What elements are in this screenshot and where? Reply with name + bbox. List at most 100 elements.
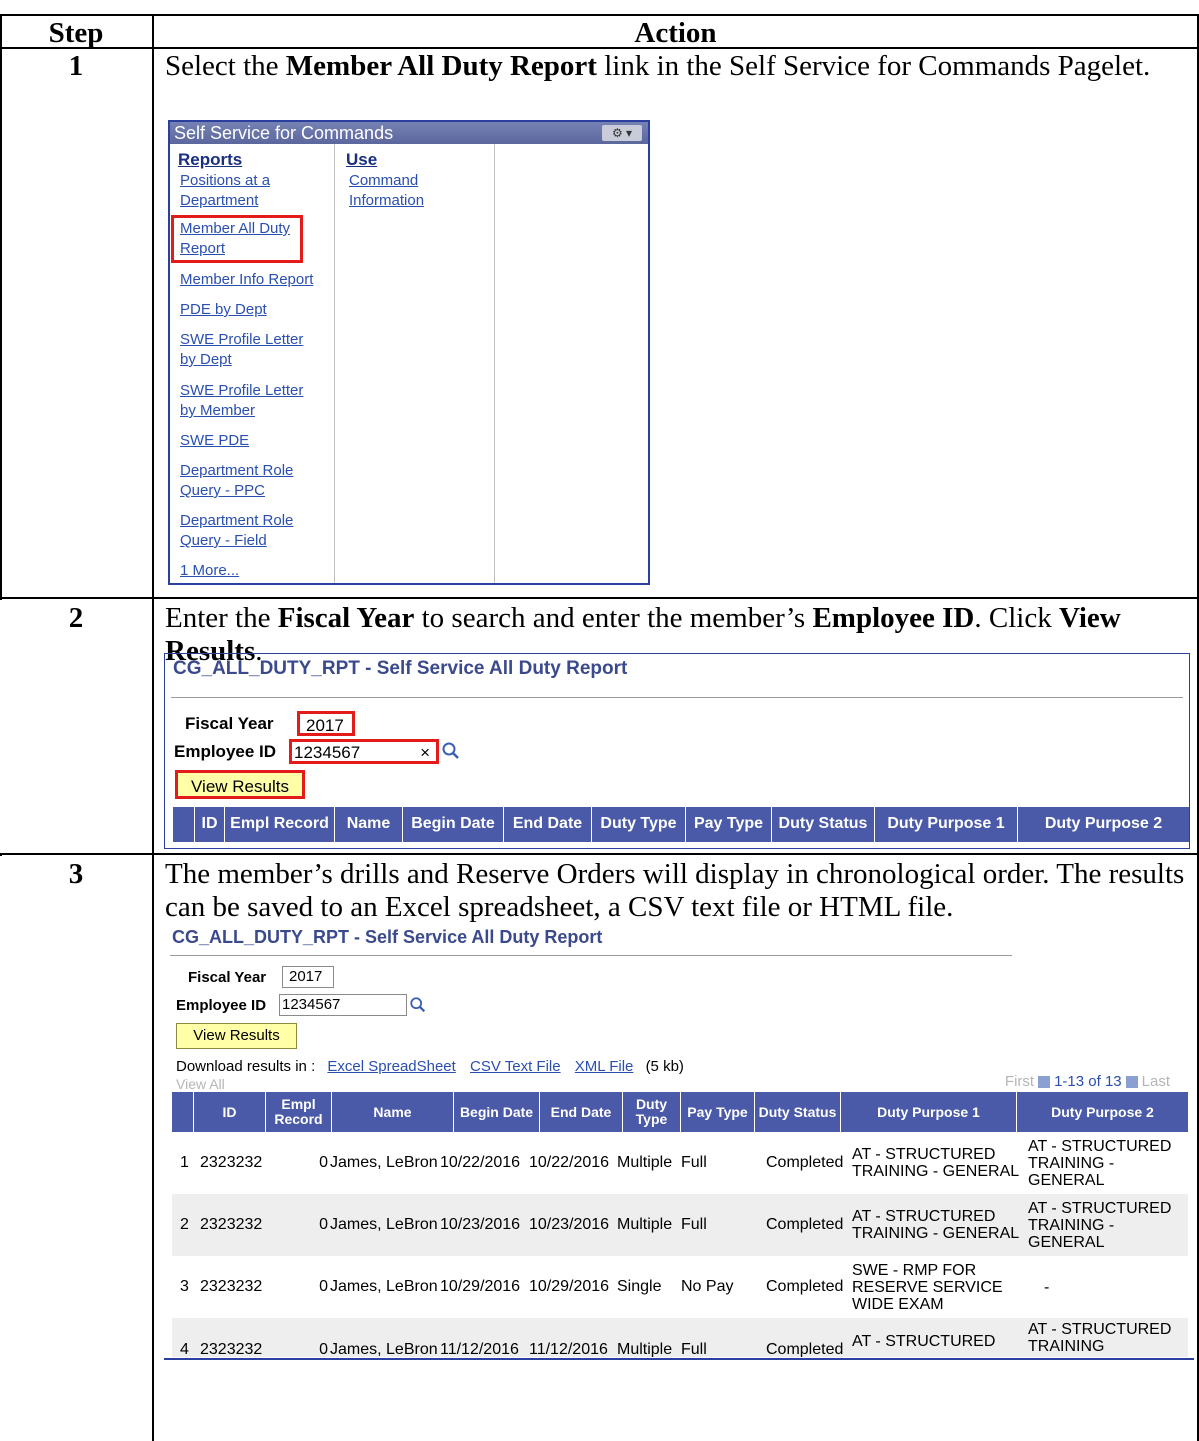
row-duty-purpose-1: AT - STRUCTURED TRAINING - GENERAL bbox=[852, 1208, 1020, 1242]
download-size: (5 kb) bbox=[645, 1058, 684, 1075]
row-duty-purpose-1: AT - STRUCTURED bbox=[852, 1333, 996, 1350]
download-label: Download results in : bbox=[176, 1058, 316, 1075]
row-duty-status: Completed bbox=[766, 1341, 844, 1358]
table-col-empl-record[interactable]: Empl Record bbox=[266, 1092, 332, 1132]
grid-col-blank bbox=[173, 807, 195, 842]
grid-col-duty-purpose-2[interactable]: Duty Purpose 2 bbox=[1018, 807, 1189, 842]
results-panel-bottom-border bbox=[164, 1358, 1194, 1360]
grid-col-name[interactable]: Name bbox=[335, 807, 403, 842]
reports-heading[interactable]: Reports bbox=[178, 150, 242, 170]
table-row[interactable]: 3 2323232 0 James, LeBron 10/29/2016 10/… bbox=[172, 1256, 1188, 1318]
row-begin-date: 11/12/2016 bbox=[440, 1341, 519, 1358]
table-border-left-upper bbox=[0, 14, 2, 600]
link-swe-profile-letter-dept[interactable]: SWE Profile Letter by Dept bbox=[180, 330, 303, 370]
step-1-text: Select the Member All Duty Report link i… bbox=[165, 50, 1151, 82]
row-id: 2323232 bbox=[200, 1278, 263, 1295]
employee-id-value: 1234567 bbox=[294, 743, 361, 762]
grid-col-duty-type[interactable]: Duty Type bbox=[592, 807, 686, 842]
download-csv-link[interactable]: CSV Text File bbox=[470, 1058, 561, 1075]
link-command-information[interactable]: Command Information bbox=[349, 171, 424, 211]
instruction-table: Step Action 1 Select the Member All Duty… bbox=[0, 0, 1199, 1441]
table-col-begin-date[interactable]: Begin Date bbox=[454, 1092, 540, 1132]
link-department-role-field[interactable]: Department Role Query - Field bbox=[180, 511, 293, 551]
grid-col-empl-record[interactable]: Empl Record bbox=[225, 807, 335, 842]
step-number-3: 3 bbox=[68, 858, 84, 890]
clear-icon[interactable]: × bbox=[420, 742, 430, 763]
next-icon[interactable] bbox=[1125, 1075, 1138, 1088]
download-excel-link[interactable]: Excel SpreadSheet bbox=[327, 1058, 455, 1075]
row-pay-type: Full bbox=[681, 1216, 707, 1233]
use-heading[interactable]: Use bbox=[346, 150, 377, 170]
title-divider bbox=[171, 697, 1183, 698]
link-department-role-ppc[interactable]: Department Role Query - PPC bbox=[180, 461, 293, 501]
pagelet-title: Self Service for Commands ⚙ ▾ bbox=[170, 122, 648, 144]
link-pde-by-dept[interactable]: PDE by Dept bbox=[180, 300, 267, 320]
step-number-2: 2 bbox=[68, 602, 84, 634]
employee-id-field[interactable]: 1234567 × bbox=[289, 739, 439, 764]
nav-range: 1-13 of 13 bbox=[1054, 1073, 1122, 1090]
all-duty-report-panel: CG_ALL_DUTY_RPT - Self Service All Duty … bbox=[164, 653, 1190, 849]
row-end-date: 10/23/2016 bbox=[529, 1216, 610, 1233]
results-fiscal-year-field[interactable]: 2017 bbox=[282, 966, 334, 988]
table-col-duty-purpose-2[interactable]: Duty Purpose 2 bbox=[1017, 1092, 1188, 1132]
row-duty-purpose-2: AT - STRUCTURED TRAINING - GENERAL bbox=[1028, 1199, 1172, 1251]
table-col-duty-type[interactable]: Duty Type bbox=[623, 1092, 681, 1132]
link-swe-pde[interactable]: SWE PDE bbox=[180, 431, 249, 451]
table-col-end-date[interactable]: End Date bbox=[540, 1092, 623, 1132]
row-duty-type: Multiple bbox=[617, 1216, 673, 1233]
grid-col-pay-type[interactable]: Pay Type bbox=[686, 807, 772, 842]
link-positions-at-department[interactable]: Positions at a Department bbox=[180, 171, 270, 211]
row-begin-date: 10/29/2016 bbox=[440, 1278, 521, 1295]
step-number-1: 1 bbox=[68, 50, 84, 82]
grid-col-duty-purpose-1[interactable]: Duty Purpose 1 bbox=[875, 807, 1018, 842]
download-row: Download results in : Excel SpreadSheet … bbox=[176, 1058, 684, 1075]
row-empl-record: 0 bbox=[319, 1154, 328, 1171]
prev-icon[interactable] bbox=[1038, 1075, 1051, 1088]
gear-icon[interactable]: ⚙ ▾ bbox=[602, 125, 642, 141]
column-separator bbox=[494, 144, 495, 583]
results-employee-id-field[interactable]: 1234567 bbox=[279, 994, 407, 1016]
self-service-pagelet: Self Service for Commands ⚙ ▾ Reports Us… bbox=[168, 120, 650, 585]
nav-last[interactable]: Last bbox=[1142, 1073, 1170, 1090]
row-divider-2 bbox=[0, 853, 1199, 855]
column-divider bbox=[152, 14, 154, 1441]
link-member-info-report[interactable]: Member Info Report bbox=[180, 270, 313, 290]
row-pay-type: Full bbox=[681, 1341, 707, 1358]
download-xml-link[interactable]: XML File bbox=[575, 1058, 634, 1075]
table-col-id[interactable]: ID bbox=[194, 1092, 266, 1132]
row-number: 3 bbox=[180, 1278, 189, 1295]
row-duty-purpose-1: SWE - RMP FOR RESERVE SERVICE WIDE EXAM bbox=[852, 1261, 1003, 1313]
link-more[interactable]: 1 More... bbox=[180, 561, 239, 581]
pagination: First 1-13 of 13 Last bbox=[1005, 1073, 1170, 1090]
results-search-icon[interactable] bbox=[409, 996, 427, 1014]
row-divider-1 bbox=[0, 597, 1199, 599]
panel-title: CG_ALL_DUTY_RPT - Self Service All Duty … bbox=[173, 658, 628, 679]
grid-col-begin-date[interactable]: Begin Date bbox=[403, 807, 504, 842]
view-results-button[interactable]: View Results bbox=[175, 770, 305, 799]
page-cutoff bbox=[164, 1357, 1194, 1441]
table-col-duty-purpose-1[interactable]: Duty Purpose 1 bbox=[841, 1092, 1017, 1132]
results-title-divider bbox=[170, 955, 1012, 956]
results-view-results-button[interactable]: View Results bbox=[176, 1023, 297, 1049]
link-swe-profile-letter-member[interactable]: SWE Profile Letter by Member bbox=[180, 381, 303, 421]
row-duty-status: Completed bbox=[766, 1154, 844, 1171]
search-icon[interactable] bbox=[441, 741, 461, 761]
row-empl-record: 0 bbox=[319, 1216, 328, 1233]
table-col-duty-status[interactable]: Duty Status bbox=[755, 1092, 841, 1132]
view-all-link[interactable]: View All bbox=[176, 1076, 225, 1092]
table-col-pay-type[interactable]: Pay Type bbox=[681, 1092, 755, 1132]
row-name: James, LeBron bbox=[330, 1278, 438, 1295]
grid-col-id[interactable]: ID bbox=[195, 807, 225, 842]
table-row[interactable]: 4 2323232 0 James, LeBron 11/12/2016 11/… bbox=[172, 1318, 1188, 1358]
row-id: 2323232 bbox=[200, 1216, 263, 1233]
table-row[interactable]: 1 2323232 0 James, LeBron 10/22/2016 10/… bbox=[172, 1132, 1188, 1194]
grid-col-end-date[interactable]: End Date bbox=[504, 807, 592, 842]
grid-col-duty-status[interactable]: Duty Status bbox=[772, 807, 875, 842]
fiscal-year-field[interactable]: 2017 bbox=[297, 711, 355, 736]
row-begin-date: 10/22/2016 bbox=[440, 1154, 521, 1171]
header-step: Step bbox=[48, 17, 104, 49]
table-row[interactable]: 2 2323232 0 James, LeBron 10/23/2016 10/… bbox=[172, 1194, 1188, 1256]
pagelet-columns: Reports Use Positions at a Department Mem… bbox=[170, 144, 648, 583]
table-col-name[interactable]: Name bbox=[332, 1092, 454, 1132]
nav-first[interactable]: First bbox=[1005, 1073, 1034, 1090]
